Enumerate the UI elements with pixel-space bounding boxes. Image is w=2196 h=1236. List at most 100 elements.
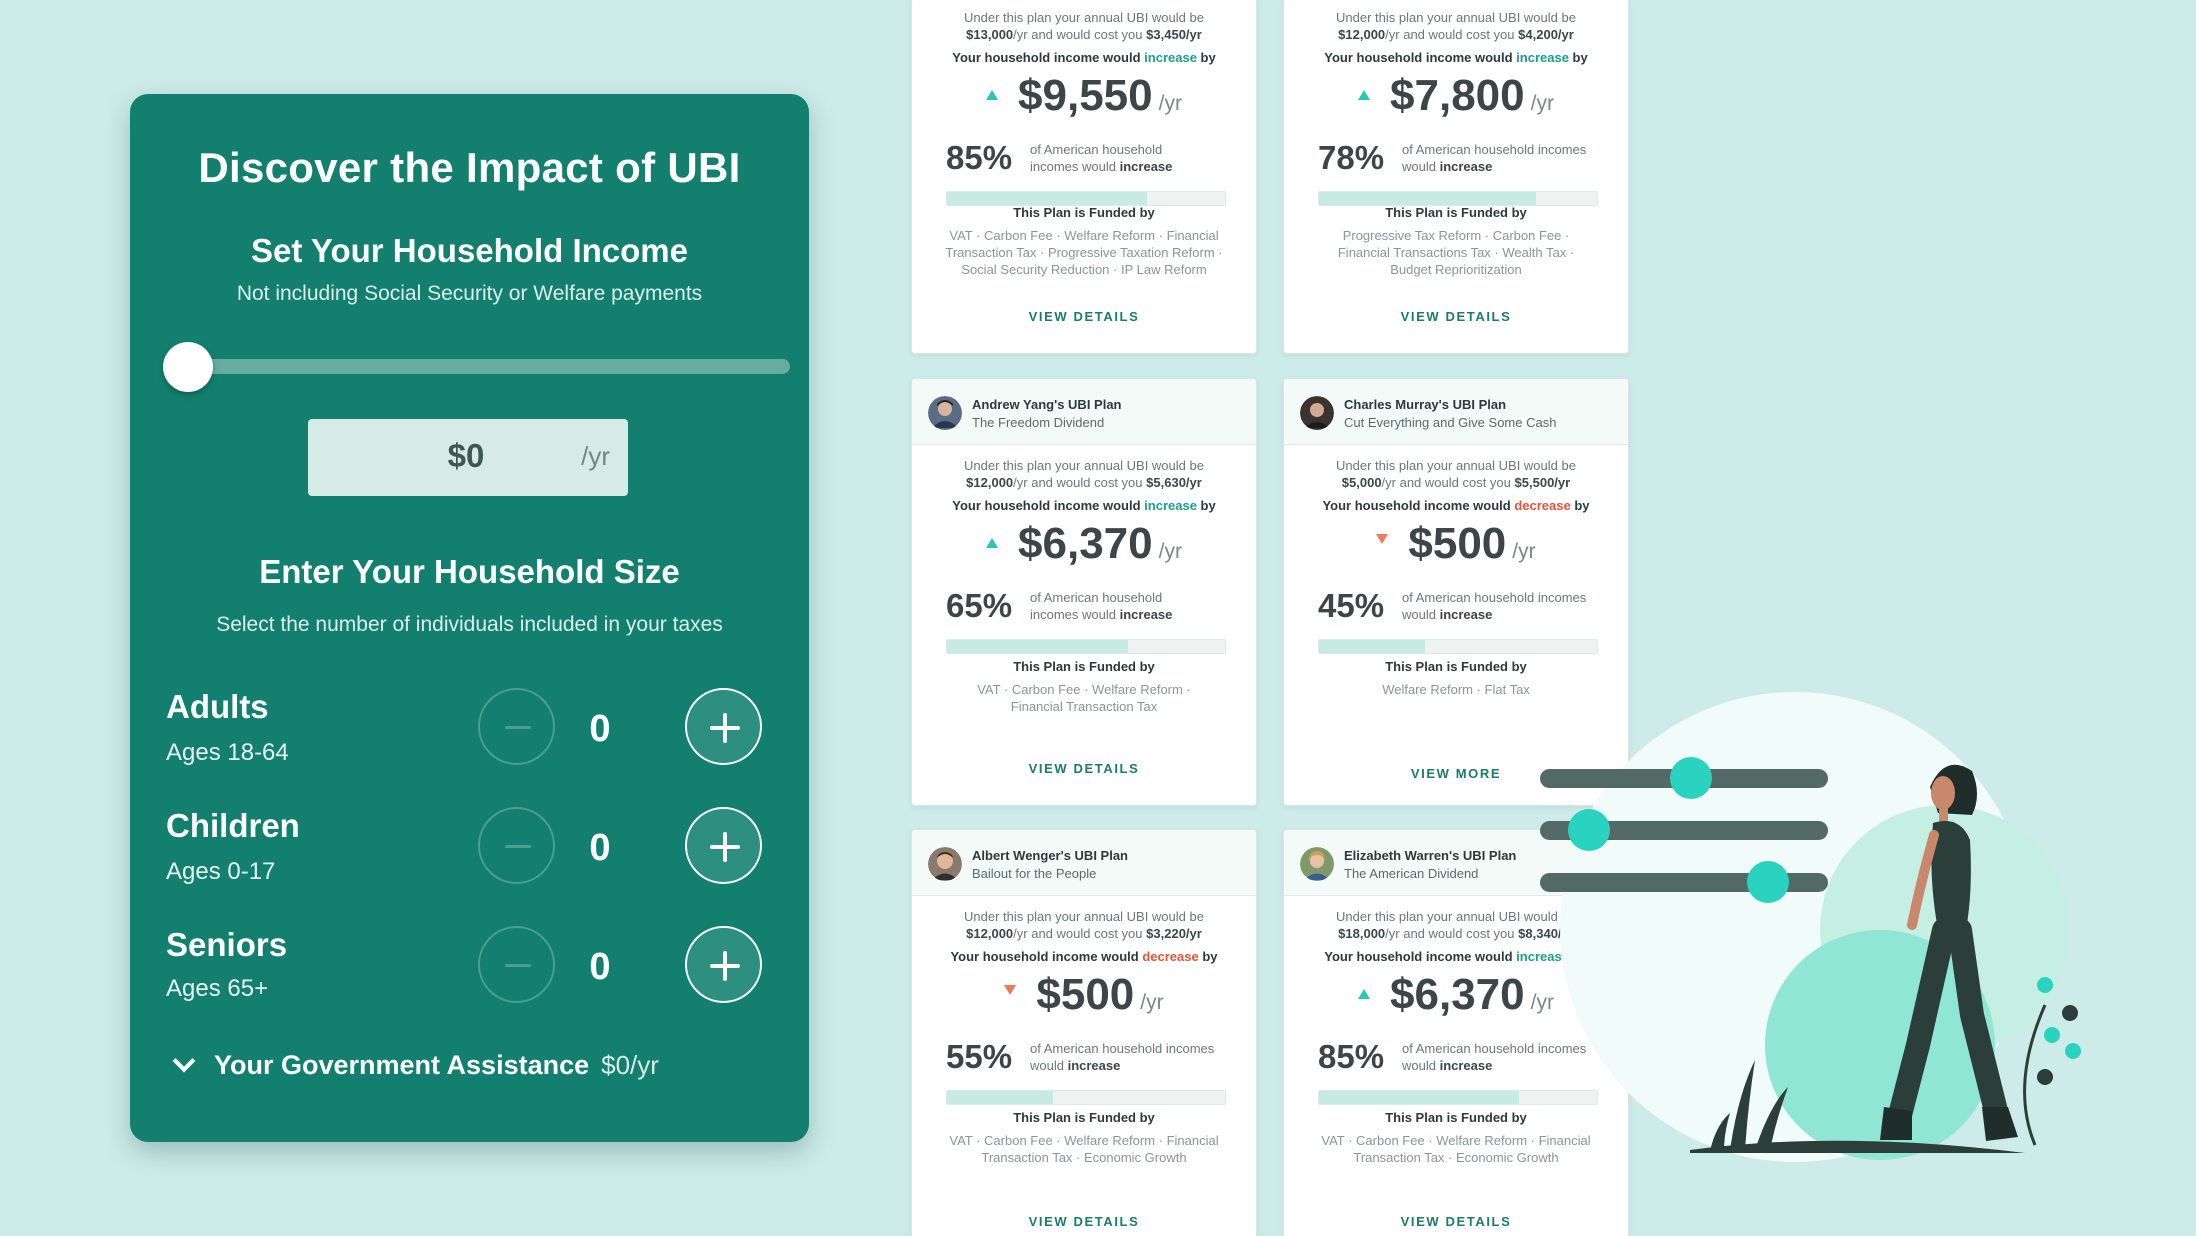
plan-card: Under this plan your annual UBI would be… — [911, 0, 1257, 354]
plan-card-header: Charles Murray's UBI Plan Cut Everything… — [1284, 379, 1628, 445]
author-avatar — [928, 396, 962, 430]
illustration-slider-knob — [1568, 809, 1610, 851]
ubi-description: Under this plan your annual UBI would be — [964, 10, 1204, 25]
adults-decrement-button[interactable] — [478, 688, 555, 765]
funded-by-title: This Plan is Funded by — [1013, 205, 1155, 220]
illustration-plant-dot — [2065, 1043, 2081, 1059]
percent-value: 55% — [946, 1038, 1013, 1075]
funded-by-list: VAT · Carbon Fee · Welfare Reform · Fina… — [949, 1133, 1219, 1165]
adults-label: Adults — [166, 688, 269, 725]
income-change: $6,370/yr — [912, 519, 1256, 581]
illustration-plant-dot — [2037, 1069, 2053, 1085]
chevron-down-icon — [172, 1049, 196, 1073]
plan-name: Cut Everything and Give Some Cash — [1344, 415, 1557, 430]
plan-author: Albert Wenger's UBI Plan — [972, 848, 1128, 863]
income-value: $0 — [447, 437, 485, 474]
percent-value: 45% — [1318, 587, 1385, 624]
illustration-plant-dot — [2062, 1005, 2078, 1021]
funded-by-title: This Plan is Funded by — [1385, 205, 1527, 220]
illustration-slider-knob — [1747, 861, 1789, 903]
ubi-cost-line: $12,000/yr and would cost you $4,200/yr — [1338, 27, 1574, 42]
view-details-link[interactable]: VIEW DETAILS — [1284, 1214, 1628, 1229]
adults-increment-button[interactable] — [685, 688, 762, 765]
income-change: $500/yr — [1284, 519, 1628, 581]
children-count: 0 — [589, 827, 611, 869]
ubi-description: Under this plan your annual UBI would be — [964, 909, 1204, 924]
percent-increase-row: 65% of American household incomes would … — [912, 581, 1256, 624]
government-assistance-value: $0/yr — [601, 1049, 659, 1080]
income-change-amount: $500 — [1408, 519, 1507, 568]
funded-by-title: This Plan is Funded by — [1013, 1110, 1155, 1125]
ubi-cost-line: $13,000/yr and would cost you $3,450/yr — [966, 27, 1202, 42]
plan-card-header: Albert Wenger's UBI Plan Bailout for the… — [912, 830, 1256, 896]
plan-author: Andrew Yang's UBI Plan — [972, 397, 1122, 412]
income-change-amount: $7,800 — [1390, 71, 1525, 120]
seniors-increment-button[interactable] — [685, 926, 762, 1003]
seniors-decrement-button[interactable] — [478, 926, 555, 1003]
seniors-count: 0 — [589, 946, 611, 988]
adults-count: 0 — [589, 708, 611, 750]
income-change-label: Your household income would decrease by — [950, 949, 1218, 964]
plan-name: Bailout for the People — [972, 866, 1097, 881]
plan-card: Andrew Yang's UBI Plan The Freedom Divid… — [911, 378, 1257, 806]
view-details-link[interactable]: VIEW DETAILS — [912, 309, 1256, 324]
woman-with-sliders-illustration — [1540, 692, 2081, 1162]
percent-value: 85% — [1318, 1038, 1385, 1075]
plan-card: Under this plan your annual UBI would be… — [1283, 0, 1629, 354]
plan-name: The Freedom Dividend — [972, 415, 1105, 430]
adults-age-range: Ages 18-64 — [166, 739, 289, 766]
calculator-title: Discover the Impact of UBI — [198, 144, 741, 191]
income-change-amount: $6,370 — [1390, 970, 1525, 1019]
household-section-title: Enter Your Household Size — [259, 553, 680, 590]
government-assistance-label: Your Government Assistance — [214, 1049, 590, 1080]
percent-increase-row: 55% of American household incomes would … — [912, 1032, 1256, 1075]
income-change: $500/yr — [912, 970, 1256, 1032]
percent-value: 65% — [946, 587, 1013, 624]
income-slider-track[interactable] — [190, 359, 790, 374]
income-slider-thumb[interactable] — [163, 342, 213, 392]
income-change-amount: $6,370 — [1018, 519, 1153, 568]
percent-label: of American household incomes would incr… — [1030, 142, 1173, 174]
percent-progress-bar — [946, 639, 1226, 654]
percent-increase-row: 78% of American household incomes would … — [1284, 133, 1628, 176]
plan-author: Elizabeth Warren's UBI Plan — [1344, 848, 1517, 863]
percent-increase-row: 85% of American household incomes would … — [912, 133, 1256, 176]
percent-value: 78% — [1318, 139, 1385, 176]
ubi-description: Under this plan your annual UBI would be — [964, 458, 1204, 473]
income-change-amount: $9,550 — [1018, 71, 1153, 120]
income-change-label: Your household income would increase by — [952, 50, 1216, 65]
percent-label: of American household incomes would incr… — [1402, 142, 1587, 174]
government-assistance-toggle[interactable]: Your Government Assistance $0/yr — [170, 1048, 659, 1082]
income-input[interactable]: $0 /yr — [308, 419, 628, 496]
percent-progress-bar — [946, 1090, 1226, 1105]
view-details-link[interactable]: VIEW DETAILS — [912, 761, 1256, 776]
view-details-link[interactable]: VIEW DETAILS — [912, 1214, 1256, 1229]
funded-by-list: Progressive Tax Reform · Carbon Fee · Fi… — [1337, 228, 1575, 277]
seniors-label: Seniors — [166, 926, 288, 963]
view-details-link[interactable]: VIEW DETAILS — [1284, 309, 1628, 324]
percent-progress-bar — [1318, 639, 1598, 654]
percent-label: of American household incomes would incr… — [1402, 590, 1587, 622]
children-age-range: Ages 0-17 — [166, 858, 276, 885]
income-change: $9,550/yr — [912, 71, 1256, 133]
increase-arrow-icon — [1358, 989, 1371, 999]
percent-progress-bar — [1318, 191, 1598, 206]
plan-card-header: Andrew Yang's UBI Plan The Freedom Divid… — [912, 379, 1256, 445]
seniors-age-range: Ages 65+ — [166, 975, 269, 1002]
income-change-label: Your household income would increase by — [1324, 50, 1588, 65]
children-decrement-button[interactable] — [478, 807, 555, 884]
children-increment-button[interactable] — [685, 807, 762, 884]
ubi-description: Under this plan your annual UBI would be — [1336, 458, 1576, 473]
ubi-cost-line: $12,000/yr and would cost you $3,220/yr — [966, 926, 1202, 941]
income-change-label: Your household income would increase by — [952, 498, 1216, 513]
funded-by-list: VAT · Carbon Fee · Welfare Reform · Fina… — [945, 228, 1223, 277]
funded-by-title: This Plan is Funded by — [1013, 659, 1155, 674]
author-avatar — [1300, 396, 1334, 430]
funded-by-title: This Plan is Funded by — [1385, 659, 1527, 674]
illustration-plant-dot — [2044, 1027, 2060, 1043]
plan-name: The American Dividend — [1344, 866, 1479, 881]
plan-card: Albert Wenger's UBI Plan Bailout for the… — [911, 829, 1257, 1236]
income-change-label: Your household income would decrease by — [1322, 498, 1590, 513]
percent-label: of American household incomes would incr… — [1030, 1041, 1215, 1073]
percent-value: 85% — [946, 139, 1013, 176]
